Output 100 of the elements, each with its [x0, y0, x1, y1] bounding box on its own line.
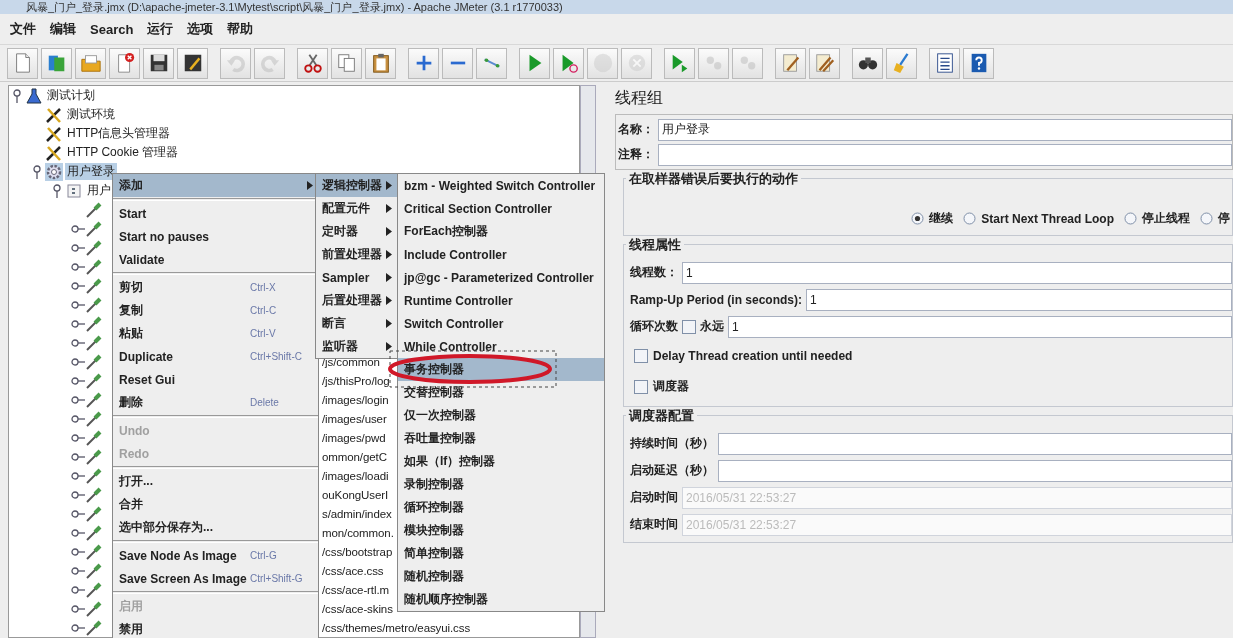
- collapsed-handle-icon[interactable]: [71, 470, 85, 481]
- menu-item[interactable]: Duplicate Ctrl+Shift-C: [113, 345, 318, 368]
- checkbox[interactable]: [634, 379, 648, 394]
- cut-button[interactable]: [297, 47, 328, 79]
- menu-item[interactable]: 如果（If）控制器: [398, 450, 604, 473]
- tree-item[interactable]: /images/pwd: [320, 431, 388, 444]
- menu-item[interactable]: Search: [84, 19, 140, 39]
- radio-icon[interactable]: [1200, 212, 1213, 225]
- tree-item[interactable]: /css/bootstrap: [320, 545, 395, 558]
- menu-item[interactable]: 复制 Ctrl-C: [113, 299, 318, 322]
- comment-field[interactable]: [658, 143, 1232, 166]
- menu-item[interactable]: 随机顺序控制器: [398, 588, 604, 611]
- collapsed-handle-icon[interactable]: [71, 413, 85, 424]
- collapsed-handle-icon[interactable]: [71, 223, 85, 234]
- menu-item[interactable]: Start no pauses: [113, 225, 318, 248]
- tree-item[interactable]: /css/ace-rtl.m: [320, 583, 391, 596]
- collapsed-handle-icon[interactable]: [71, 546, 85, 557]
- tree-item[interactable]: /js/thisPro/log: [320, 374, 392, 387]
- clear-button[interactable]: [775, 47, 806, 79]
- menu-item[interactable]: 禁用: [113, 618, 318, 638]
- radio-icon[interactable]: [963, 212, 977, 225]
- collapsed-handle-icon[interactable]: [71, 242, 85, 253]
- menu-item[interactable]: jp@gc - Parameterized Controller: [398, 266, 604, 289]
- open-button[interactable]: [75, 47, 106, 79]
- time-field[interactable]: [718, 459, 1232, 482]
- tree-item[interactable]: /css/themes/metro/easyui.css: [320, 621, 473, 634]
- close-button[interactable]: [109, 47, 140, 79]
- menu-item[interactable]: 选中部分保存为...: [113, 516, 318, 539]
- collapsed-handle-icon[interactable]: [71, 299, 85, 310]
- collapsed-handle-icon[interactable]: [71, 432, 85, 443]
- collapsed-handle-icon[interactable]: [71, 261, 85, 272]
- copy-button[interactable]: [331, 47, 362, 79]
- start-button[interactable]: [519, 47, 550, 79]
- tree-item[interactable]: /images/login: [320, 393, 391, 406]
- radio-icon[interactable]: [911, 212, 925, 225]
- menu-item[interactable]: 剪切 Ctrl-X: [113, 276, 318, 299]
- collapsed-handle-icon[interactable]: [71, 489, 85, 500]
- ramp-up-field[interactable]: 1: [806, 288, 1232, 311]
- radio-option[interactable]: Start Next Thread Loop: [963, 210, 1114, 227]
- tree-item[interactable]: 测试环境: [65, 106, 117, 123]
- menu-item[interactable]: 交替控制器: [398, 381, 604, 404]
- menu-item[interactable]: 后置处理器: [316, 289, 397, 312]
- tree-item[interactable]: /css/ace.css: [320, 564, 386, 577]
- tree-item[interactable]: HTTP信息头管理器: [65, 125, 173, 142]
- menu-item[interactable]: 添加: [113, 174, 318, 197]
- collapsed-handle-icon[interactable]: [71, 318, 85, 329]
- help-button[interactable]: [963, 47, 994, 79]
- menu-item[interactable]: 粘贴 Ctrl-V: [113, 322, 318, 345]
- menu-item[interactable]: 文件: [4, 18, 42, 40]
- radio-option[interactable]: 继续: [911, 210, 954, 227]
- name-field[interactable]: 用户登录: [658, 118, 1232, 141]
- menu-item[interactable]: 录制控制器: [398, 473, 604, 496]
- menu-item[interactable]: 随机控制器: [398, 565, 604, 588]
- collapsed-handle-icon[interactable]: [71, 508, 85, 519]
- tree-item[interactable]: 用户登录: [65, 163, 117, 180]
- menu-item[interactable]: 配置元件: [316, 197, 397, 220]
- menu-item[interactable]: 简单控制器: [398, 542, 604, 565]
- collapsed-handle-icon[interactable]: [71, 584, 85, 595]
- menu-item[interactable]: 断言: [316, 312, 397, 335]
- search-button[interactable]: [852, 47, 883, 79]
- menu-item[interactable]: 选项: [181, 18, 220, 40]
- collapse-button[interactable]: [442, 47, 473, 79]
- checkbox[interactable]: [634, 348, 648, 363]
- tree-item[interactable]: /js/common: [320, 355, 382, 368]
- menu-item[interactable]: 运行: [141, 18, 180, 40]
- clearall-button[interactable]: [809, 47, 840, 79]
- menu-item[interactable]: 监听器: [316, 335, 397, 358]
- reset-button[interactable]: [886, 47, 917, 79]
- toggle-button[interactable]: [476, 47, 507, 79]
- menu-item[interactable]: 帮助: [221, 18, 260, 40]
- collapsed-handle-icon[interactable]: [71, 375, 85, 386]
- menu-item[interactable]: While Controller: [398, 335, 604, 358]
- expanded-handle-icon[interactable]: [11, 88, 23, 103]
- tree-item[interactable]: ommon/getC: [320, 450, 389, 463]
- collapsed-handle-icon[interactable]: [71, 356, 85, 367]
- collapsed-handle-icon[interactable]: [71, 565, 85, 576]
- collapsed-handle-icon[interactable]: [71, 451, 85, 462]
- paste-button[interactable]: [365, 47, 396, 79]
- time-field[interactable]: [718, 432, 1232, 455]
- expanded-handle-icon[interactable]: [51, 183, 63, 198]
- menu-item[interactable]: 编辑: [44, 18, 82, 40]
- templates-button[interactable]: [41, 47, 72, 79]
- collapsed-handle-icon[interactable]: [71, 622, 85, 633]
- tree-item[interactable]: /css/ace-skins: [320, 602, 395, 615]
- menu-item[interactable]: 吞吐量控制器: [398, 427, 604, 450]
- menu-item[interactable]: 前置处理器: [316, 243, 397, 266]
- checkbox[interactable]: [682, 319, 696, 334]
- menu-item[interactable]: Sampler: [316, 266, 397, 289]
- expanded-handle-icon[interactable]: [31, 164, 43, 179]
- menu-item[interactable]: ForEach控制器: [398, 220, 604, 243]
- saveimage-button[interactable]: [177, 47, 208, 79]
- menu-item[interactable]: 定时器: [316, 220, 397, 243]
- save-button[interactable]: [143, 47, 174, 79]
- collapsed-handle-icon[interactable]: [71, 527, 85, 538]
- menu-item[interactable]: 打开...: [113, 470, 318, 493]
- new-button[interactable]: [7, 47, 38, 79]
- menu-item[interactable]: Switch Controller: [398, 312, 604, 335]
- tree-item[interactable]: 测试计划: [45, 87, 97, 104]
- menu-item[interactable]: Critical Section Controller: [398, 197, 604, 220]
- threads-field[interactable]: 1: [682, 261, 1232, 284]
